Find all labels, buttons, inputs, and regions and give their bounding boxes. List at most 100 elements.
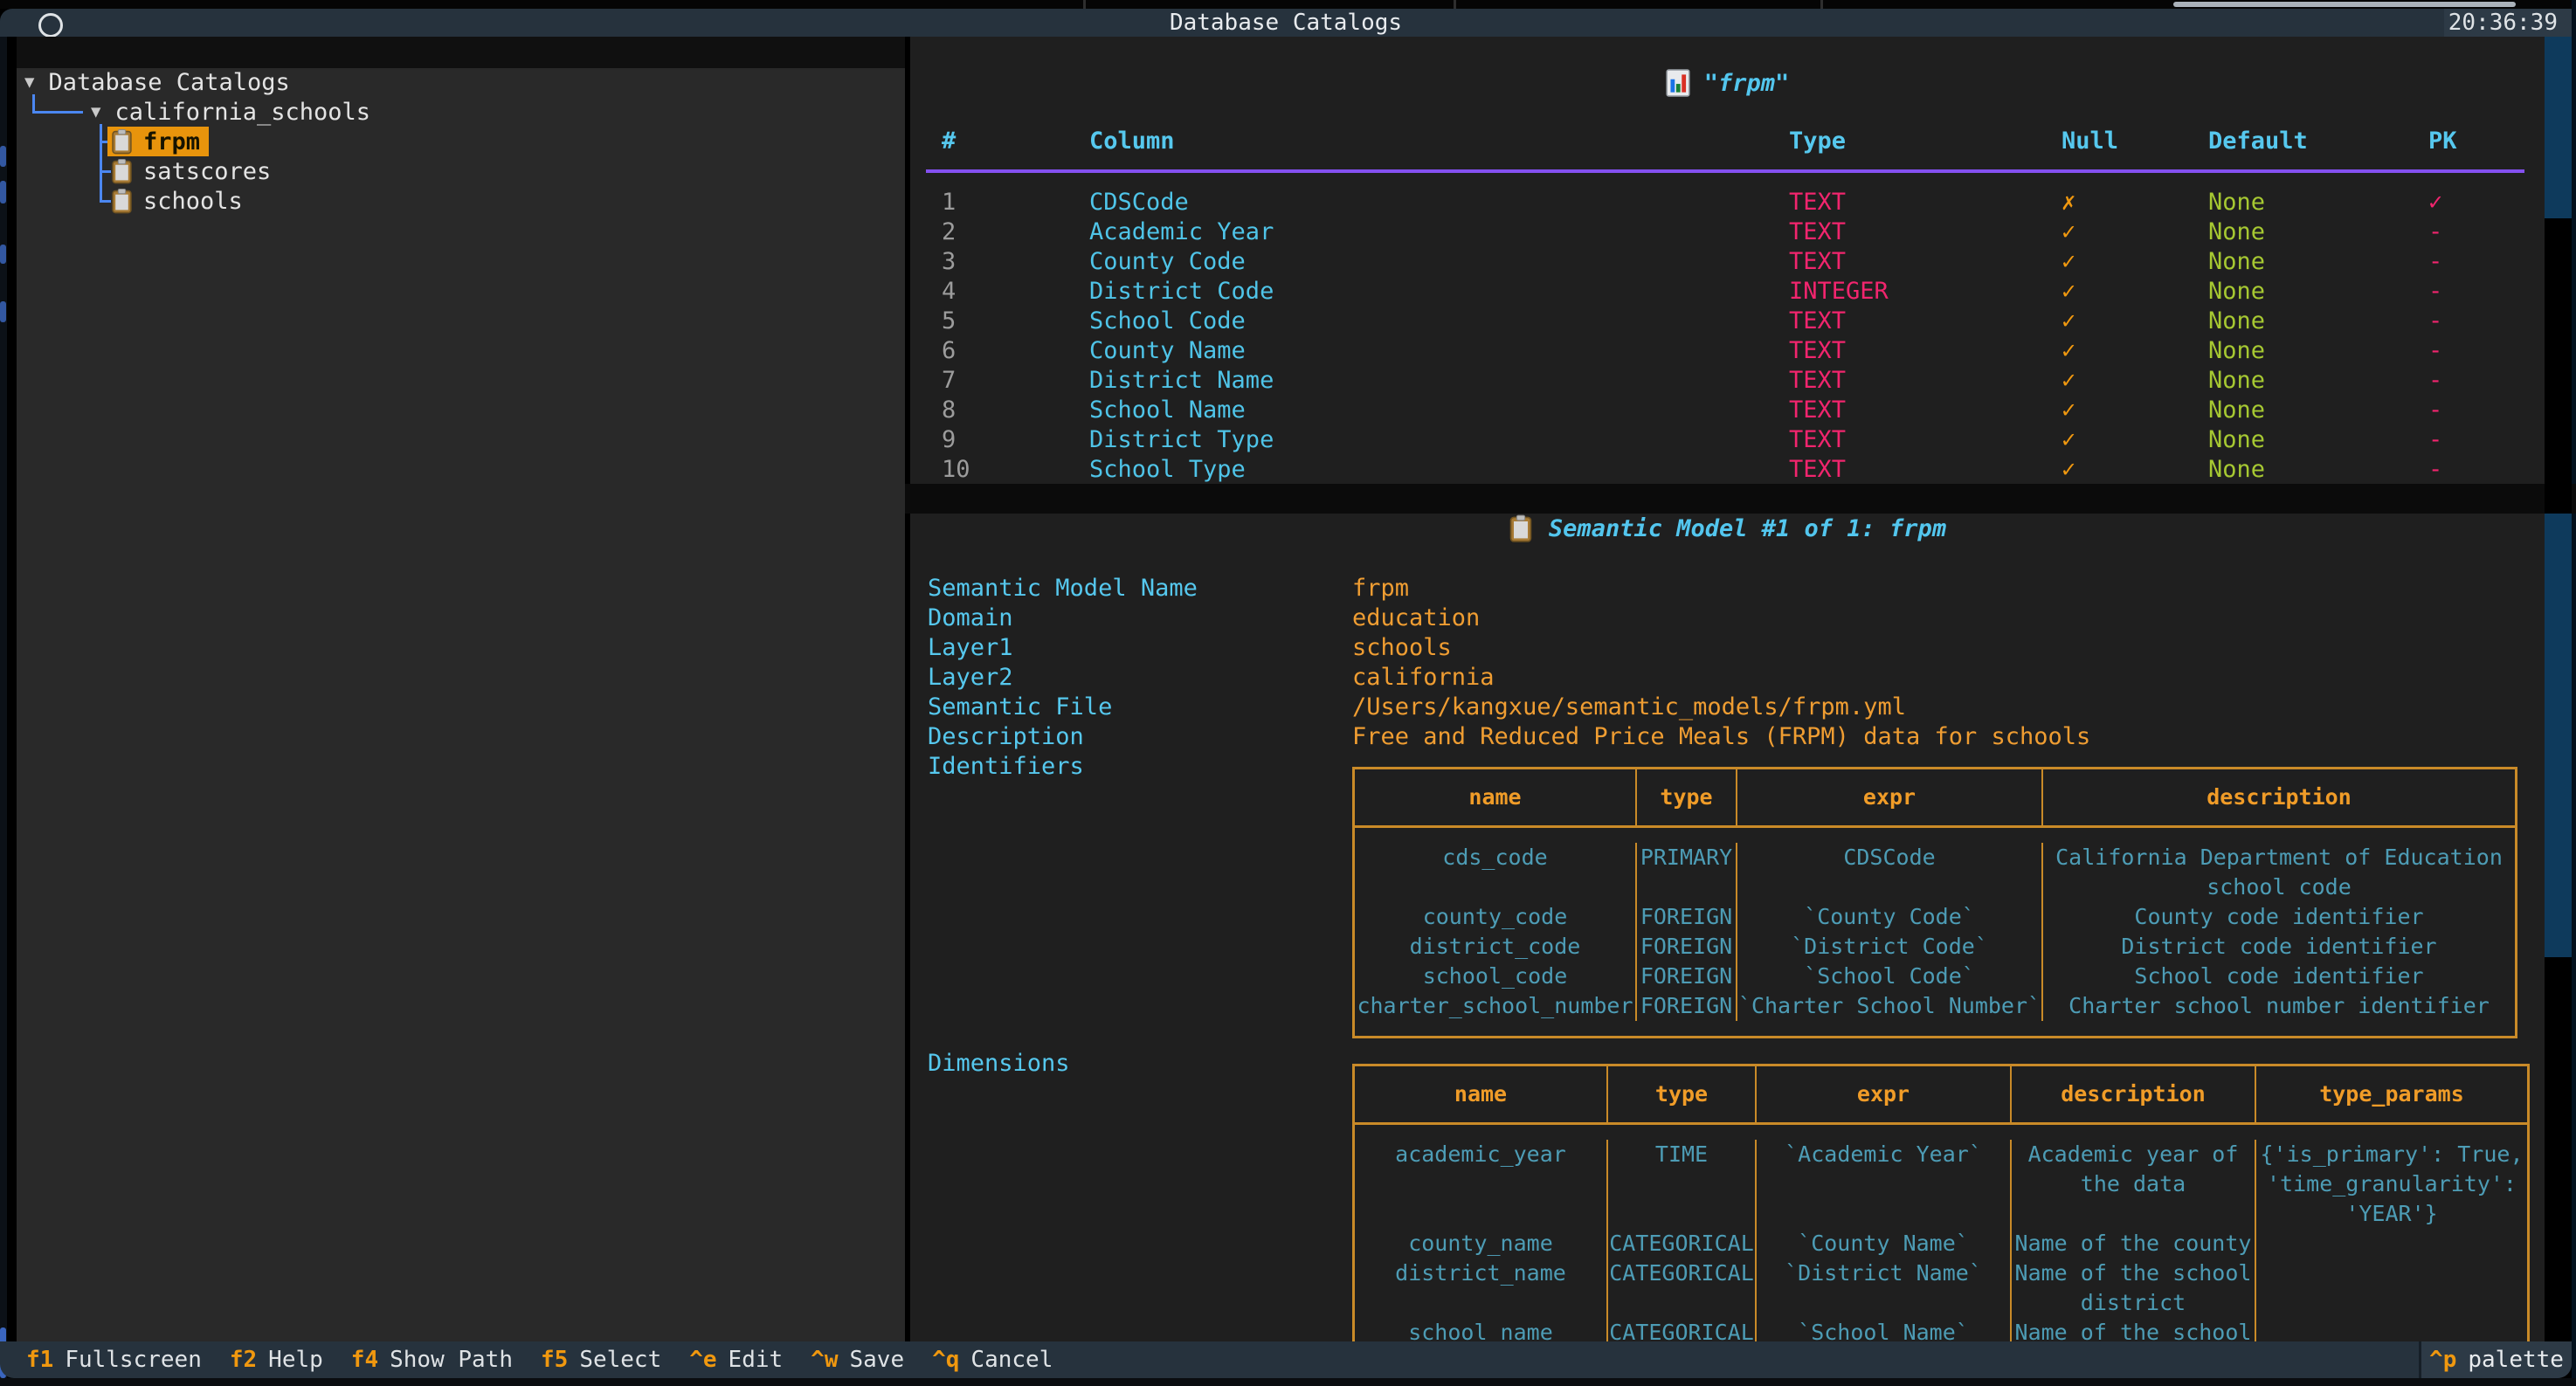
palette-key: ^p (2429, 1347, 2456, 1373)
schema-cell-num: 9 (942, 426, 1089, 453)
binding-label: Help (268, 1347, 323, 1373)
dim-table-col-expr: expr (1757, 1066, 2012, 1122)
schema-cell-column: District Type (1089, 426, 1789, 453)
clipboard-icon (1509, 514, 1533, 542)
schema-cell-default: None (2208, 248, 2428, 275)
footer-binding-select[interactable]: f5Select (541, 1347, 661, 1373)
binding-label: Fullscreen (65, 1347, 202, 1373)
tree-item-frpm[interactable]: frpm (107, 127, 209, 156)
schema-cell-pk: - (2428, 248, 2533, 275)
schema-cell-pk: - (2428, 278, 2533, 305)
binding-key: ^w (811, 1347, 838, 1373)
desktop-right-edge (2572, 0, 2576, 1386)
schema-cell-type: TEXT (1789, 396, 2061, 424)
semantic-field-row: Semantic Model Namefrpm (928, 573, 2090, 603)
dock-icon-blob (0, 146, 6, 167)
desktop-top-strip (0, 0, 2576, 9)
schema-cell-num: 10 (942, 456, 1089, 483)
id-table-cell: District code identifier (2043, 932, 2515, 962)
field-label: Layer1 (928, 634, 1352, 661)
schema-row: 2Academic YearTEXT✓None- (910, 217, 2545, 246)
scrollbar-track[interactable] (2545, 37, 2572, 1341)
tree-table-row-schools[interactable]: schools (107, 186, 252, 216)
tree-item-schools[interactable]: schools (107, 186, 252, 216)
window-menu-icon[interactable] (38, 13, 63, 38)
schema-row: 1CDSCodeTEXT✗None✓ (910, 187, 2545, 217)
id-table-body: cds_codePRIMARYCDSCodeCalifornia Departm… (1355, 828, 2515, 1036)
dim-table-cell: `Academic Year` (1757, 1140, 2012, 1229)
schema-cell-column: Academic Year (1089, 218, 1789, 245)
schema-cell-null: ✓ (2061, 307, 2208, 334)
tree-node-california-schools[interactable]: ▼ california_schools (91, 97, 370, 127)
schema-cell-default: None (2208, 367, 2428, 394)
expand-arrow-icon[interactable]: ▼ (91, 102, 100, 121)
footer-binding-show-path[interactable]: f4Show Path (351, 1347, 513, 1373)
id-table-cell: FOREIGN (1637, 991, 1737, 1021)
schema-row: 3County CodeTEXT✓None- (910, 246, 2545, 276)
field-label: Domain (928, 604, 1352, 631)
tree-root-database-catalogs[interactable]: ▼ Database Catalogs (24, 67, 290, 97)
id-table-cell: `County Code` (1737, 902, 2043, 932)
dock-icon-blob (0, 181, 6, 203)
schema-cell-pk: - (2428, 337, 2533, 364)
schema-cell-num: 3 (942, 248, 1089, 275)
terminal-screen: Database Catalogs 20:36:39 ▼ Database Ca… (0, 0, 2576, 1386)
schema-cell-default: None (2208, 456, 2428, 483)
table-row: school_nameCATEGORICAL`School Name`Name … (1355, 1318, 2527, 1341)
footer-binding-help[interactable]: f2Help (230, 1347, 323, 1373)
semantic-model-heading-row: Semantic Model #1 of 1: frpm (910, 514, 2545, 543)
scrollbar-thumb-upper[interactable] (2545, 37, 2572, 218)
schema-cell-column: School Type (1089, 456, 1789, 483)
binding-key: f1 (26, 1347, 53, 1373)
tree-item-satscores[interactable]: satscores (107, 156, 280, 186)
table-title-row: "frpm" (910, 68, 2545, 98)
palette-button[interactable]: ^p palette (2419, 1341, 2572, 1378)
table-row: academic_yearTIME`Academic Year`Academic… (1355, 1140, 2527, 1229)
dim-table-col-name: name (1355, 1066, 1608, 1122)
field-label: Semantic File (928, 693, 1352, 721)
footer-binding-fullscreen[interactable]: f1 Fullscreen (26, 1347, 202, 1373)
id-table-cell: `School Code` (1737, 962, 2043, 991)
dim-table-cell: `County Name` (1757, 1229, 2012, 1258)
field-label: Layer2 (928, 664, 1352, 691)
table-row: county_codeFOREIGN`County Code`County co… (1355, 902, 2515, 932)
schema-cell-num: 6 (942, 337, 1089, 364)
schema-cell-column: District Code (1089, 278, 1789, 305)
schema-cell-num: 7 (942, 367, 1089, 394)
footer-binding-edit[interactable]: ^eEdit (689, 1347, 783, 1373)
tree-table-row-frpm[interactable]: frpm (107, 127, 209, 156)
id-table-cell: CDSCode (1737, 843, 2043, 902)
background-window-divider (1820, 0, 1823, 9)
dim-table-col-type: type (1608, 1066, 1757, 1122)
schema-cell-pk: - (2428, 456, 2533, 483)
schema-cell-column: County Code (1089, 248, 1789, 275)
id-table-col-name: name (1355, 769, 1637, 825)
id-table-cell: `District Code` (1737, 932, 2043, 962)
clock: 20:36:39 (2444, 9, 2572, 37)
id-table-cell: FOREIGN (1637, 902, 1737, 932)
schema-cell-type: TEXT (1789, 218, 2061, 245)
schema-cell-type: TEXT (1789, 367, 2061, 394)
footer-binding-save[interactable]: ^wSave (811, 1347, 904, 1373)
schema-header-rule (926, 169, 2524, 173)
table-row: charter_school_numberFOREIGN`Charter Sch… (1355, 991, 2515, 1021)
schema-table-header: #ColumnTypeNullDefaultPK (910, 128, 2533, 157)
dim-table-body: academic_yearTIME`Academic Year`Academic… (1355, 1125, 2527, 1341)
binding-label: Show Path (390, 1347, 513, 1373)
schema-cell-num: 8 (942, 396, 1089, 424)
schema-row: 7District NameTEXT✓None- (910, 365, 2545, 395)
dock-icon-blob (0, 245, 6, 264)
tree-table-row-satscores[interactable]: satscores (107, 156, 280, 186)
table-row: county_nameCATEGORICAL`County Name`Name … (1355, 1229, 2527, 1258)
dim-table-cell: school_name (1355, 1318, 1608, 1341)
id-table-cell: County code identifier (2043, 902, 2515, 932)
expand-arrow-icon[interactable]: ▼ (24, 72, 34, 92)
schema-cell-column: District Name (1089, 367, 1789, 394)
dim-table-cell (2256, 1258, 2527, 1318)
schema-cell-null: ✓ (2061, 337, 2208, 364)
semantic-model-heading: Semantic Model #1 of 1: frpm (1549, 515, 1946, 542)
scrollbar-thumb-lower[interactable] (2545, 514, 2572, 957)
footer-binding-cancel[interactable]: ^qCancel (932, 1347, 1053, 1373)
schema-cell-column: County Name (1089, 337, 1789, 364)
bar-chart-icon (1666, 69, 1690, 97)
